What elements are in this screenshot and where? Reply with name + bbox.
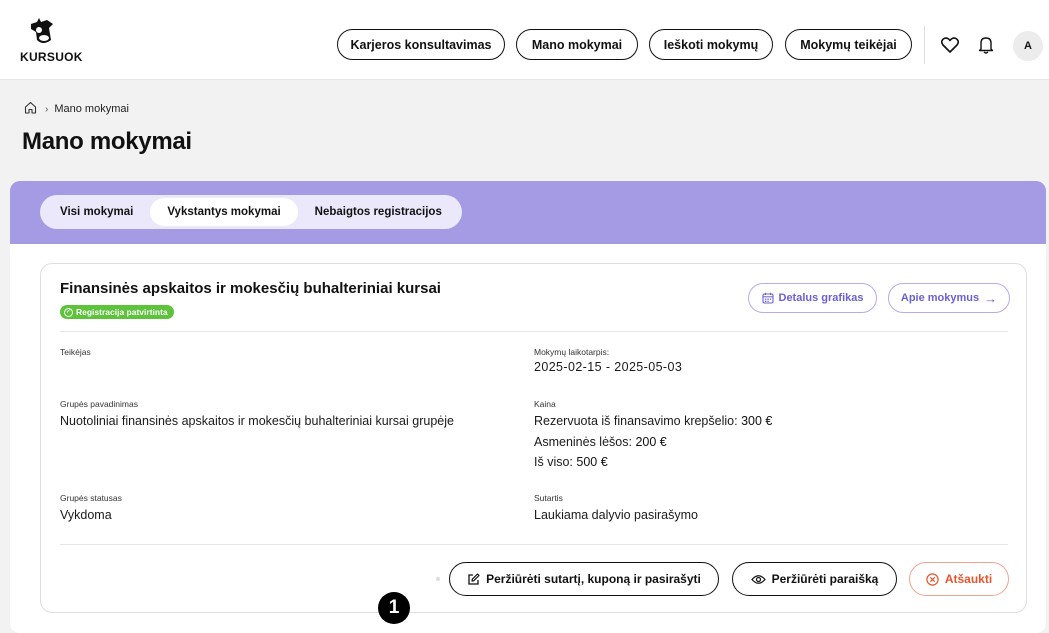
provider-label: Teikėjas <box>60 347 91 357</box>
page-title: Mano mokymai <box>22 128 192 155</box>
divider <box>60 331 1008 332</box>
price-own-value: 200 € <box>635 435 667 449</box>
step-marker: 1 <box>378 592 410 624</box>
nav-karjeros-konsultavimas[interactable]: Karjeros konsultavimas <box>337 29 505 60</box>
review-and-sign-label: Peržiūrėti sutartį, kuponą ir pasirašyti <box>486 572 701 586</box>
arrow-right-icon: → <box>984 290 998 306</box>
header-divider <box>924 26 925 64</box>
group-status-value: Vykdoma <box>60 508 112 522</box>
price-total-label: Iš viso: <box>534 455 573 469</box>
nav-mokymu-teikejai[interactable]: Mokymų teikėjai <box>785 29 912 60</box>
view-application-button[interactable]: Peržiūrėti paraišką <box>732 562 897 596</box>
price-reserved: Rezervuota iš finansavimo krepšelio: 300… <box>534 414 772 428</box>
contract-label: Sutartis <box>534 493 563 503</box>
edit-icon <box>468 572 480 585</box>
bell-icon[interactable] <box>975 34 997 56</box>
home-icon[interactable] <box>24 101 37 117</box>
divider <box>60 544 1008 545</box>
heart-icon[interactable] <box>939 34 961 56</box>
cancel-button[interactable]: Atšaukti <box>909 562 1009 596</box>
nav-ieskoti-mokymu[interactable]: Ieškoti mokymų <box>649 29 773 60</box>
top-header: KURSUOK Karjeros konsultavimas Mano moky… <box>0 0 1049 80</box>
price-own-label: Asmeninės lėšos: <box>534 435 632 449</box>
detailed-schedule-label: Detalus grafikas <box>778 292 864 304</box>
check-circle-icon: ✓ <box>64 307 73 317</box>
price-total-value: 500 € <box>576 455 608 469</box>
tab-visi-mokymai[interactable]: Visi mokymai <box>43 198 150 226</box>
period-label: Mokymų laikotarpis: <box>534 347 610 357</box>
course-card: Finansinės apskaitos ir mokesčių buhalte… <box>40 263 1027 613</box>
about-course-label: Apie mokymus <box>900 292 980 304</box>
eye-icon <box>750 574 766 584</box>
view-application-label: Peržiūrėti paraišką <box>771 572 879 586</box>
contract-value: Laukiama dalyvio pasirašymo <box>534 508 698 522</box>
group-status-label: Grupės statusas <box>60 493 122 503</box>
detailed-schedule-button[interactable]: Detalus grafikas <box>748 283 877 313</box>
status-badge-label: Registracija patvirtinta <box>76 307 168 317</box>
tab-bar: Visi mokymai Vykstantys mokymai Nebaigto… <box>10 181 1046 244</box>
price-own: Asmeninės lėšos: 200 € <box>534 435 667 449</box>
group-name-value: Nuotoliniai finansinės apskaitos ir moke… <box>60 414 454 428</box>
status-badge: ✓ Registracija patvirtinta <box>60 305 174 319</box>
group-name-label: Grupės pavadinimas <box>60 399 138 409</box>
logo[interactable]: KURSUOK <box>20 18 90 68</box>
main-panel: Visi mokymai Vykstantys mokymai Nebaigto… <box>10 181 1046 633</box>
tab-vykstantys-mokymai[interactable]: Vykstantys mokymai <box>150 198 298 226</box>
course-title: Finansinės apskaitos ir mokesčių buhalte… <box>60 280 441 297</box>
review-and-sign-button[interactable]: Peržiūrėti sutartį, kuponą ir pasirašyti <box>449 562 719 596</box>
calendar-icon <box>761 292 774 304</box>
chevron-right-icon: › <box>45 103 49 115</box>
price-label: Kaina <box>534 399 556 409</box>
about-course-button[interactable]: Apie mokymus → <box>888 283 1010 313</box>
tabs: Visi mokymai Vykstantys mokymai Nebaigto… <box>40 195 462 229</box>
period-value: 2025-02-15 - 2025-05-03 <box>534 360 683 374</box>
breadcrumb-current: Mano mokymai <box>54 103 129 115</box>
dot <box>436 577 440 581</box>
cow-logo-icon <box>31 18 53 43</box>
close-circle-icon <box>926 572 939 586</box>
nav-mano-mokymai[interactable]: Mano mokymai <box>516 29 638 60</box>
cancel-label: Atšaukti <box>944 572 993 586</box>
tab-nebaigtos-registracijos[interactable]: Nebaigtos registracijos <box>298 198 459 226</box>
price-reserved-value: 300 € <box>741 414 773 428</box>
price-total: Iš viso: 500 € <box>534 455 608 469</box>
logo-text: KURSUOK <box>20 50 83 64</box>
price-reserved-label: Rezervuota iš finansavimo krepšelio: <box>534 414 738 428</box>
avatar[interactable]: A <box>1013 31 1043 61</box>
breadcrumb: › Mano mokymai <box>24 101 129 117</box>
